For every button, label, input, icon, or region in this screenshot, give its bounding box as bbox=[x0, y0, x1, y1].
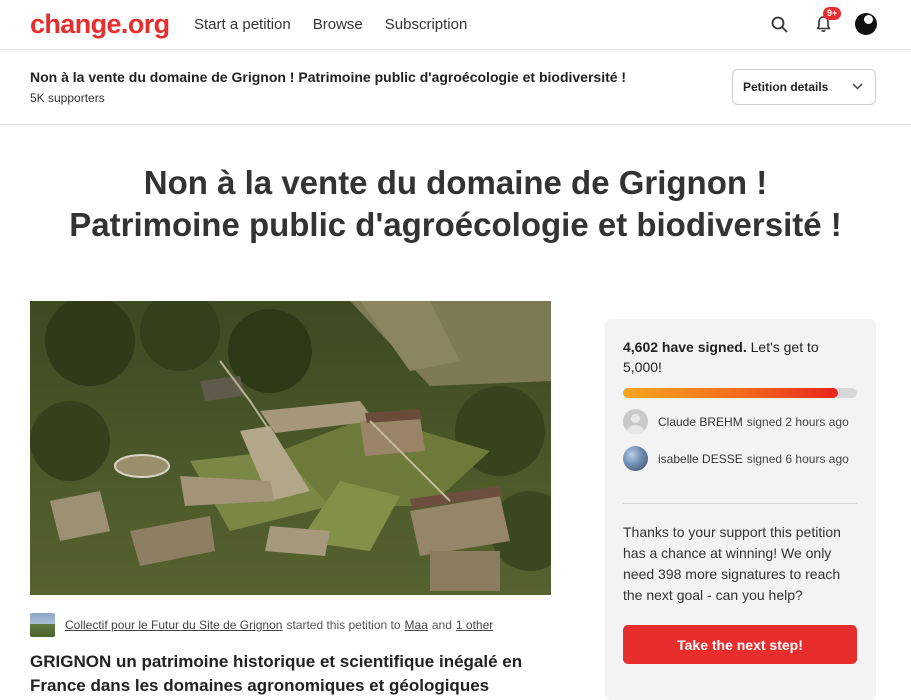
petition-title: Non à la vente du domaine de Grignon ! P… bbox=[0, 162, 911, 246]
petition-hero-image bbox=[30, 301, 551, 595]
signature-progress-bar bbox=[623, 388, 857, 398]
petition-details-dropdown[interactable]: Petition details bbox=[732, 69, 876, 105]
signature-progress-fill bbox=[623, 388, 839, 398]
signer-time: signed 2 hours ago bbox=[746, 414, 849, 429]
recent-signer: Claude BREHM signed 2 hours ago bbox=[623, 409, 849, 434]
chevron-down-icon bbox=[852, 83, 863, 90]
signer-name: Claude BREHM bbox=[658, 414, 743, 429]
default-avatar-icon bbox=[623, 409, 648, 434]
nav-icons: 9+ bbox=[767, 7, 877, 36]
starter-action-text: started this petition to bbox=[286, 618, 401, 632]
petition-title-line-1: Non à la vente du domaine de Grignon ! bbox=[143, 164, 768, 201]
take-next-step-button[interactable]: Take the next step! bbox=[623, 625, 857, 664]
support-message: Thanks to your support this petition has… bbox=[623, 524, 841, 603]
signature-card: 4,602 have signed. Let's get to 5,000! C… bbox=[605, 319, 876, 700]
user-avatar[interactable] bbox=[855, 13, 877, 35]
petition-title-line-2: Patrimoine public d'agroécologie et biod… bbox=[69, 206, 842, 243]
target-other-link[interactable]: 1 other bbox=[456, 618, 493, 632]
starter-conjunction: and bbox=[431, 618, 452, 632]
card-divider bbox=[623, 503, 857, 504]
nav-start-petition[interactable]: Start a petition bbox=[194, 16, 291, 34]
nav-browse[interactable]: Browse bbox=[313, 16, 363, 34]
recent-signer: isabelle DESSE signed 6 hours ago bbox=[623, 446, 849, 471]
starter-author-link[interactable]: Collectif pour le Futur du Site de Grign… bbox=[65, 618, 282, 632]
signature-count: 4,602 have signed. Let's get to 5,000! bbox=[623, 337, 853, 377]
nav-links: Start a petition Browse Subscription bbox=[194, 16, 467, 34]
petition-starter-line: Collectif pour le Futur du Site de Grign… bbox=[30, 613, 493, 637]
petition-details-label: Petition details bbox=[743, 80, 829, 94]
notification-badge: 9+ bbox=[823, 7, 842, 20]
supporters-count: 5K supporters bbox=[30, 91, 105, 105]
nav-subscription[interactable]: Subscription bbox=[385, 16, 468, 34]
signed-count-text: 4,602 have signed. bbox=[623, 339, 747, 355]
search-icon[interactable] bbox=[767, 12, 791, 36]
signer-name: isabelle DESSE bbox=[658, 451, 743, 466]
petition-header-bar: Non à la vente du domaine de Grignon ! P… bbox=[0, 51, 911, 125]
petition-body-heading: GRIGNON un patrimoine historique et scie… bbox=[30, 652, 523, 695]
signer-time: signed 6 hours ago bbox=[746, 451, 849, 466]
change-org-logo[interactable]: change.org bbox=[30, 9, 170, 39]
notifications-button[interactable]: 9+ bbox=[811, 7, 842, 36]
starter-thumbnail[interactable] bbox=[30, 613, 55, 637]
top-navigation: change.org Start a petition Browse Subsc… bbox=[0, 0, 911, 50]
petition-bar-title: Non à la vente du domaine de Grignon ! P… bbox=[30, 69, 627, 85]
avatar bbox=[623, 446, 648, 471]
target-maa-link[interactable]: Maa bbox=[405, 618, 428, 632]
